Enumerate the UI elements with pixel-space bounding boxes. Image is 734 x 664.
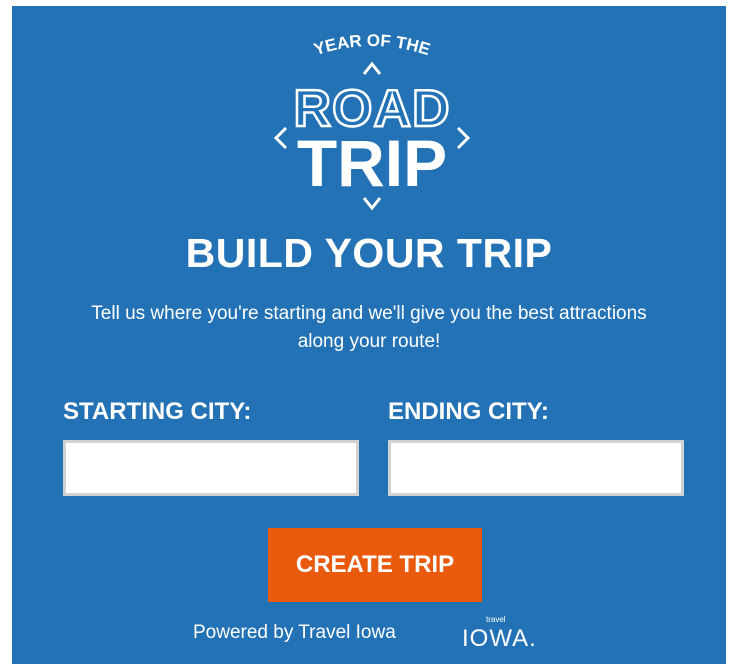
page-title: BUILD YOUR TRIP: [185, 230, 553, 276]
intro-text: Tell us where you're starting and we'll …: [91, 303, 647, 352]
logo-trip-text: TRIP: [297, 126, 447, 200]
left-arrow-icon: [273, 126, 288, 150]
up-arrow-icon: [362, 61, 382, 75]
logo-arc-text: YEAR OF THE: [312, 31, 433, 59]
brand-small-text: travel: [486, 615, 506, 624]
powered-by-text: Powered by Travel Iowa: [193, 622, 396, 643]
ending-city-input[interactable]: [388, 440, 684, 496]
brand-large-text: IOWA.: [462, 625, 537, 652]
ending-city-label: ENDING CITY:: [388, 398, 549, 425]
create-trip-button[interactable]: CREATE TRIP: [268, 528, 482, 602]
road-trip-logo: YEAR OF THE ROAD TRIP: [273, 31, 471, 211]
starting-city-label: STARTING CITY:: [63, 398, 252, 425]
starting-city-input[interactable]: [63, 440, 359, 496]
travel-iowa-logo[interactable]: travel IOWA.: [460, 612, 564, 652]
trip-builder-widget: YEAR OF THE ROAD TRIP BUILD YOUR TRIP Te…: [12, 6, 726, 664]
svg-text:YEAR OF THE: YEAR OF THE: [312, 31, 433, 59]
right-arrow-icon: [456, 126, 471, 150]
